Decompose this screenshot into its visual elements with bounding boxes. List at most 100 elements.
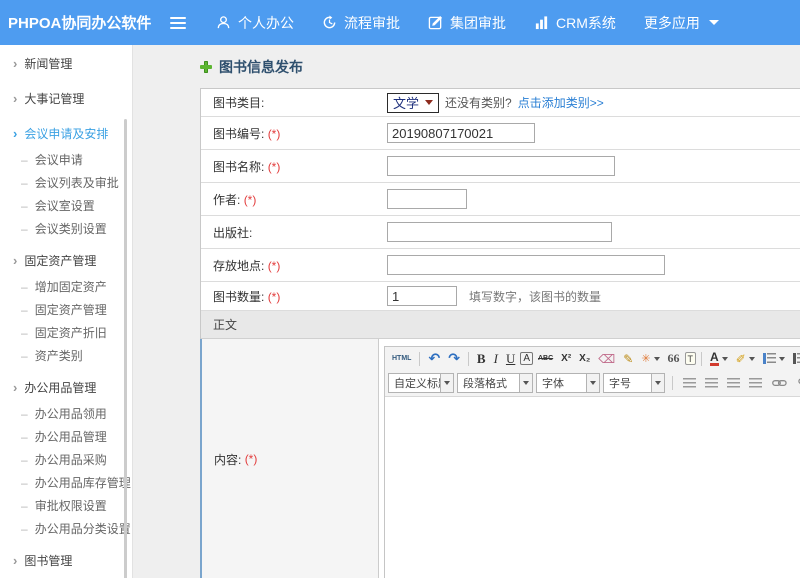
form-row-author: 作者: (*) (201, 183, 800, 216)
unlink-icon[interactable] (795, 374, 800, 392)
sidebar-item-asset-manage[interactable]: –固定资产管理 (0, 298, 132, 321)
sidebar-item-asset-category[interactable]: –资产类别 (0, 344, 132, 367)
color-spray-icon[interactable]: ✳ (638, 350, 662, 368)
underline-button[interactable]: U (503, 350, 518, 368)
sidebar-item-meeting-type[interactable]: –会议类别设置 (0, 217, 132, 240)
sidebar-item-supplies-claim[interactable]: –办公用品领用 (0, 402, 132, 425)
chevron-right-icon: › (13, 56, 17, 71)
blockquote-button[interactable]: 66 (665, 350, 683, 368)
chevron-down-icon (654, 357, 660, 361)
nav-more-apps[interactable]: 更多应用 (644, 13, 719, 33)
font-color-button[interactable]: A (707, 350, 731, 368)
sidebar-group-supplies[interactable]: › 办公用品管理 (0, 373, 132, 402)
book-name-input[interactable] (387, 156, 615, 176)
required-mark: (*) (268, 127, 281, 141)
sidebar-group-meeting[interactable]: › 会议申请及安排 (0, 119, 132, 148)
category-select[interactable]: 文学 (387, 93, 439, 113)
strikethrough-button[interactable]: ABC (535, 350, 556, 368)
highlight-marker-button[interactable]: ✐ (733, 350, 758, 368)
sidebar-group-news[interactable]: › 新闻管理 (0, 49, 132, 78)
custom-heading-select[interactable]: 自定义标题 (388, 373, 454, 393)
top-header: PHPOA协同办公软件 个人办公 流程审批 集团审批 CRM系统 (0, 0, 800, 45)
remove-format-button[interactable]: A (520, 352, 533, 365)
publisher-input[interactable] (387, 222, 612, 242)
ordered-list-button[interactable] (760, 350, 788, 368)
nav-crm-system[interactable]: CRM系统 (534, 13, 616, 33)
sidebar-item-supplies-manage[interactable]: –办公用品管理 (0, 425, 132, 448)
nav-label: 个人办公 (238, 13, 294, 33)
sidebar-item-meeting-room[interactable]: –会议室设置 (0, 194, 132, 217)
chevron-down-icon (519, 374, 532, 392)
sidebar-group-memorabilia[interactable]: › 大事记管理 (0, 84, 132, 113)
sidebar-group-books[interactable]: › 图书管理 (0, 546, 132, 575)
chevron-right-icon: › (13, 553, 17, 568)
menu-toggle-icon[interactable] (170, 17, 186, 29)
nav-process-approval[interactable]: 流程审批 (322, 13, 400, 33)
font-family-select[interactable]: 字体 (536, 373, 600, 393)
editor-toolbar-row2: 自定义标题 段落格式 字体 字号 (385, 370, 800, 397)
dash-icon: – (21, 326, 28, 340)
top-nav: 个人办公 流程审批 集团审批 CRM系统 更多应用 (216, 13, 719, 33)
redo-button[interactable]: ↷ (445, 350, 463, 368)
chevron-down-icon (779, 357, 785, 361)
location-input[interactable] (387, 255, 665, 275)
book-number-input[interactable] (387, 123, 535, 143)
sidebar-item-meeting-apply[interactable]: –会议申请 (0, 148, 132, 171)
required-mark: (*) (268, 290, 281, 304)
form-row-book-number: 图书编号: (*) (201, 117, 800, 150)
nav-label: 更多应用 (644, 13, 700, 33)
author-input[interactable] (387, 189, 467, 209)
spray-glyph: ✳ (641, 352, 650, 365)
ordered-list-icon (763, 353, 776, 364)
sidebar-group-assets[interactable]: › 固定资产管理 (0, 246, 132, 275)
sidebar-item-label: 办公用品管理 (35, 428, 107, 445)
sidebar-item-approval-permission[interactable]: –审批权限设置 (0, 494, 132, 517)
font-size-select[interactable]: 字号 (603, 373, 665, 393)
category-hint: 还没有类别? (445, 94, 512, 111)
sidebar-scrollbar[interactable] (124, 119, 127, 578)
unordered-list-button[interactable] (790, 350, 800, 368)
sidebar-item-asset-add[interactable]: –增加固定资产 (0, 275, 132, 298)
align-right-icon[interactable] (727, 378, 740, 388)
format-painter-icon[interactable]: ✎ (620, 350, 636, 368)
align-justify-icon[interactable] (749, 378, 762, 388)
quantity-input[interactable] (387, 286, 457, 306)
eraser-icon[interactable]: ⌫ (595, 350, 618, 368)
subscript-button[interactable]: X₂ (576, 350, 593, 368)
paragraph-format-select[interactable]: 段落格式 (457, 373, 533, 393)
sidebar-group-label: 图书管理 (24, 552, 72, 569)
sidebar-item-label: 会议室设置 (35, 197, 95, 214)
section-header-body: 正文 (201, 311, 800, 339)
html-source-button[interactable]: HTML (389, 350, 414, 368)
nav-personal-office[interactable]: 个人办公 (216, 13, 294, 33)
sidebar-item-asset-depreciation[interactable]: –固定资产折旧 (0, 321, 132, 344)
align-center-icon[interactable] (705, 378, 718, 388)
field-label: 图书名称: (213, 160, 264, 174)
italic-button[interactable]: I (491, 350, 501, 368)
bold-button[interactable]: B (474, 350, 489, 368)
nav-group-approval[interactable]: 集团审批 (428, 13, 506, 33)
dash-icon: – (21, 222, 28, 236)
field-label: 图书数量: (213, 290, 264, 304)
insert-link-icon[interactable] (769, 374, 790, 392)
category-selected-value: 文学 (393, 93, 419, 112)
page-title-text: 图书信息发布 (219, 57, 303, 77)
dash-icon: – (21, 430, 28, 444)
sidebar-group-label: 新闻管理 (24, 55, 72, 72)
sidebar-item-supplies-purchase[interactable]: –办公用品采购 (0, 448, 132, 471)
superscript-button[interactable]: X² (558, 350, 574, 368)
align-left-icon[interactable] (683, 378, 696, 388)
sidebar-item-supplies-stock[interactable]: –办公用品库存管理 (0, 471, 132, 494)
form-row-category: 图书类目: 文学 还没有类别? 点击添加类别>> (201, 89, 800, 117)
undo-button[interactable]: ↶ (425, 350, 443, 368)
sidebar-item-label: 办公用品库存管理 (35, 474, 131, 491)
toolbar-separator (701, 352, 702, 366)
editor-content-area[interactable] (385, 397, 800, 578)
sidebar-item-supplies-category[interactable]: –办公用品分类设置 (0, 517, 132, 540)
paste-text-icon[interactable]: T (685, 352, 697, 365)
dash-icon: – (21, 453, 28, 467)
select-label: 段落格式 (458, 375, 519, 391)
sidebar-item-meeting-list[interactable]: –会议列表及审批 (0, 171, 132, 194)
editor-cell: HTML ↶ ↷ B I U A ABC X² X₂ ⌫ ✎ (379, 339, 800, 578)
add-category-link[interactable]: 点击添加类别>> (518, 94, 604, 111)
